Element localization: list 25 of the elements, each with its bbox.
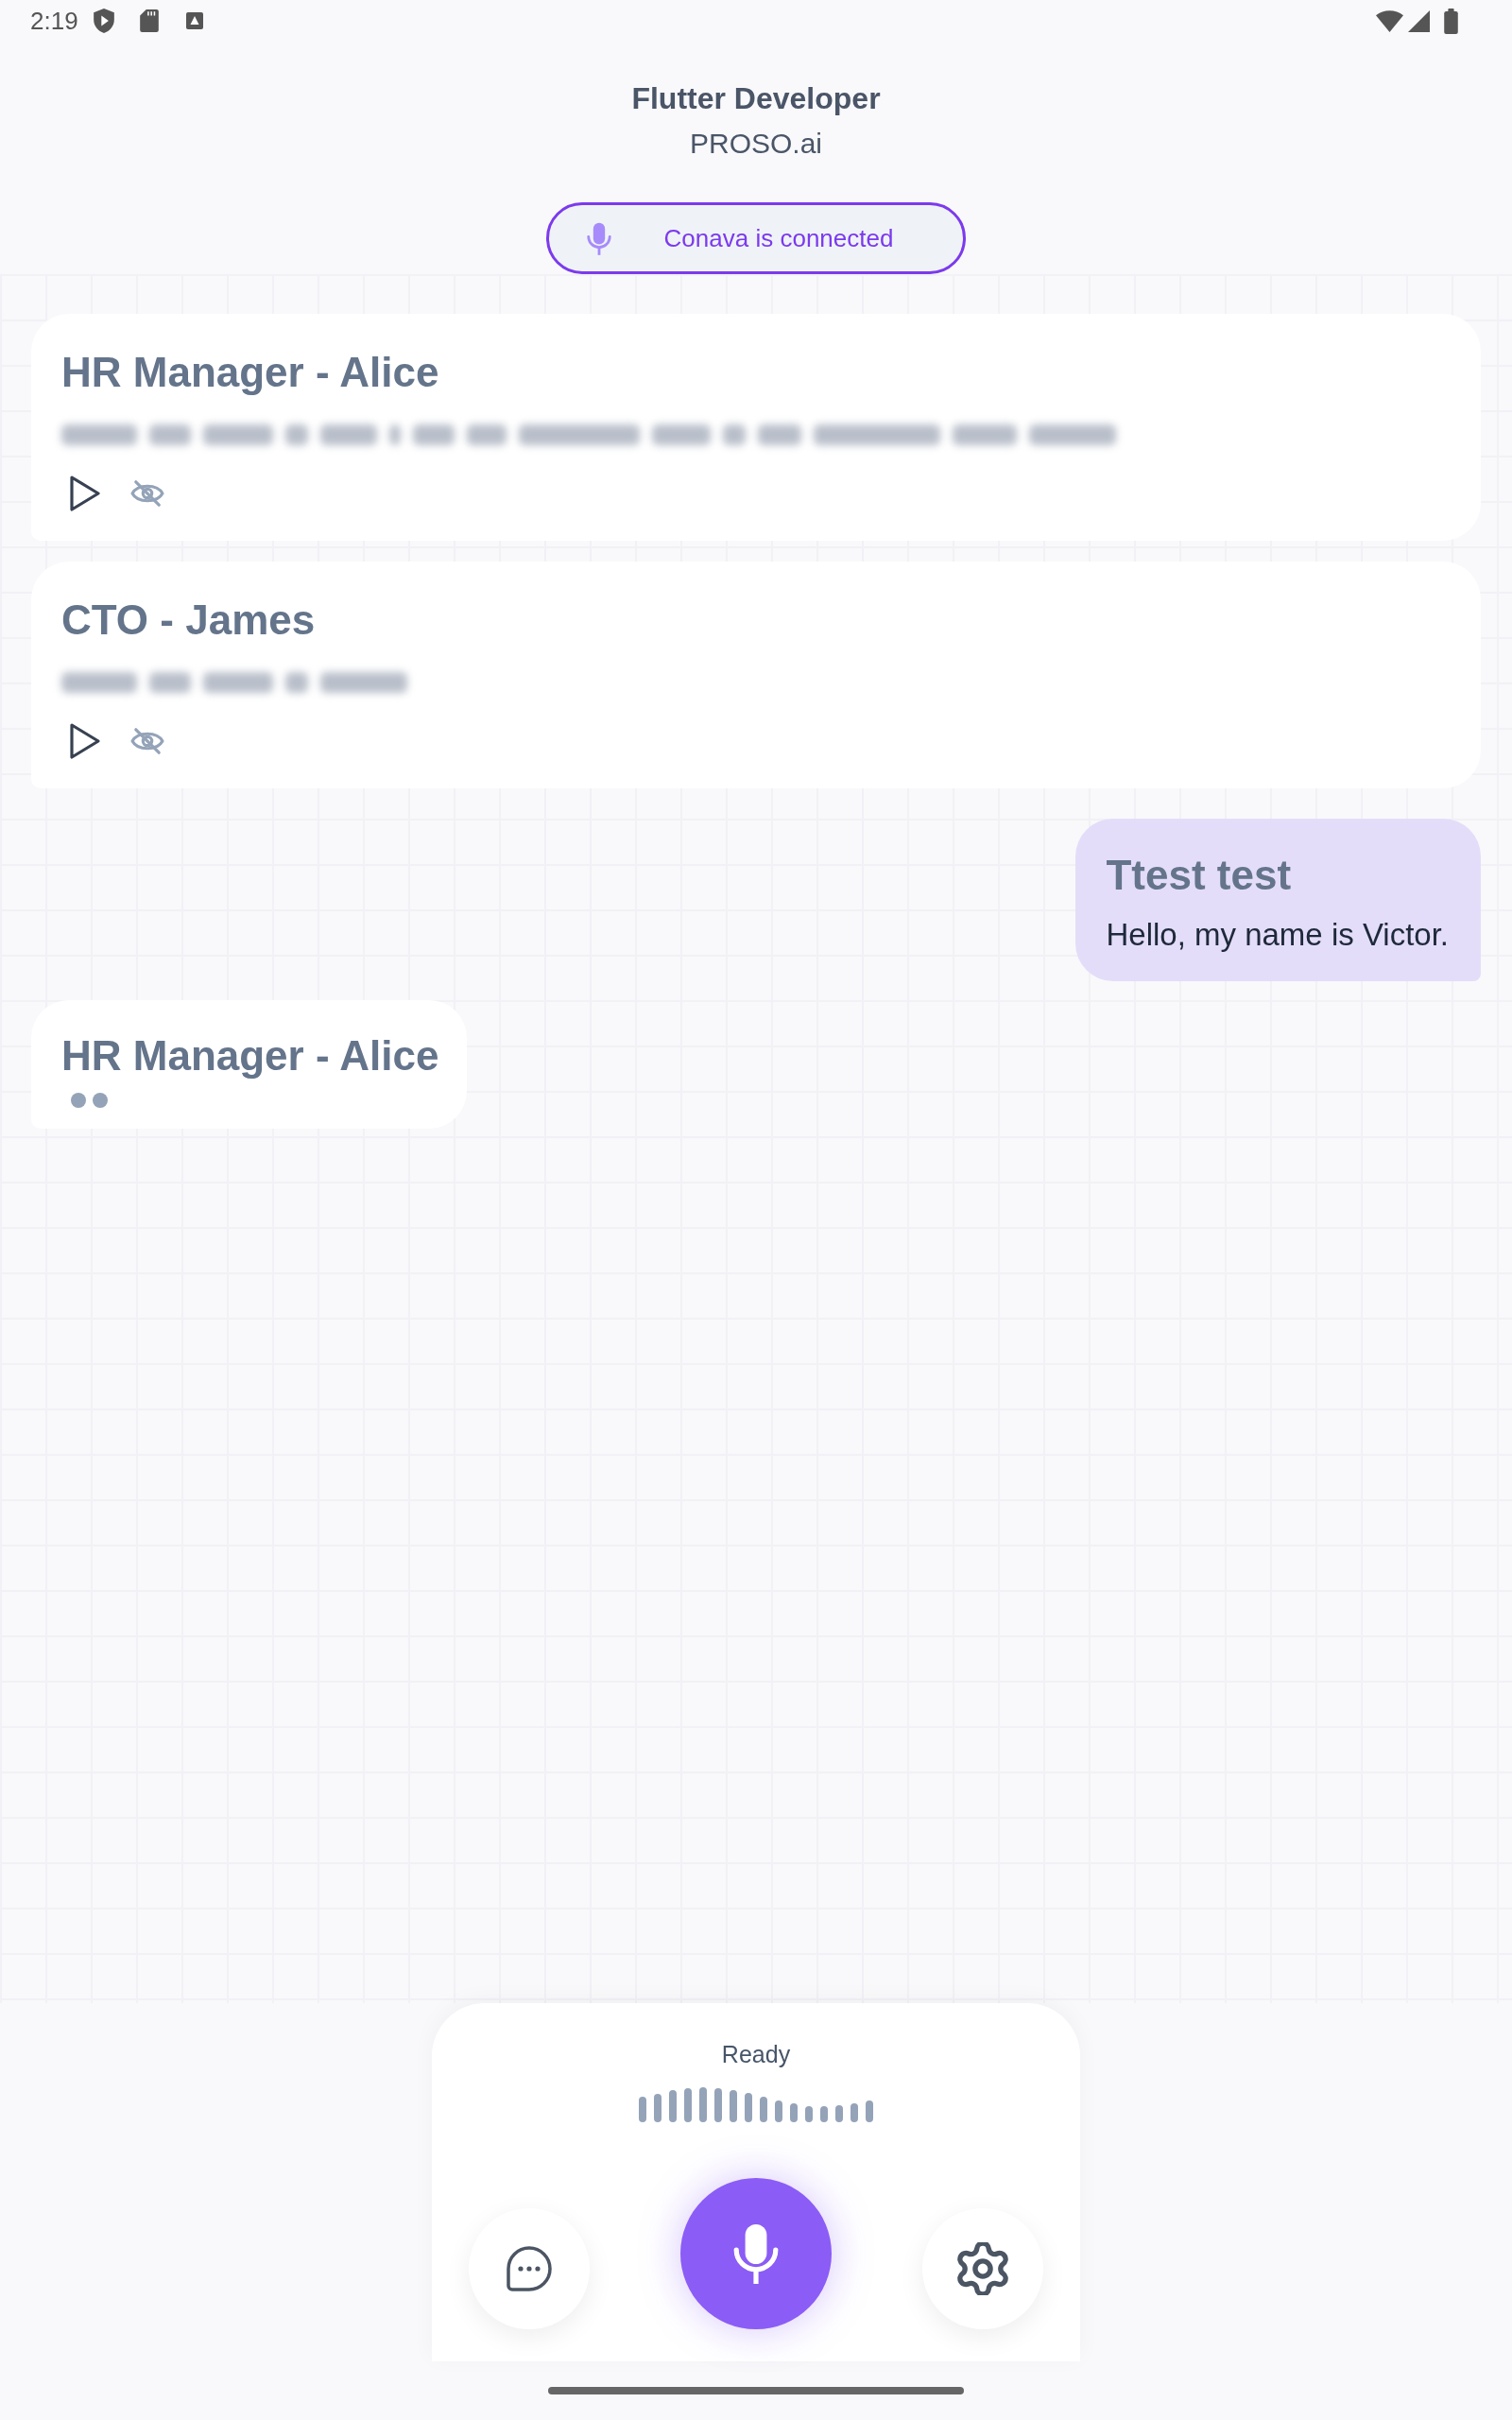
wifi-icon (1376, 9, 1403, 32)
message-text: Hello, my name is Victor. (1106, 916, 1449, 954)
speaker-name: CTO - James (61, 596, 316, 645)
eye-off-icon[interactable] (129, 479, 165, 508)
play-icon[interactable] (69, 475, 101, 512)
chat-bubble-icon (507, 2246, 552, 2291)
speaker-name: HR Manager - Alice (61, 1031, 439, 1080)
shield-icon (93, 9, 114, 33)
tile-icon (185, 12, 203, 29)
sd-card-icon (139, 9, 159, 32)
connection-label: Conava is connected (663, 223, 894, 253)
microphone-icon (733, 2223, 779, 2284)
speaker-name: Ttest test (1106, 851, 1292, 900)
battery-icon (1444, 8, 1458, 34)
settings-icon (956, 2242, 1009, 2295)
voice-status: Ready (721, 2040, 791, 2069)
play-icon[interactable] (69, 722, 101, 760)
connection-status[interactable]: Conava is connected (545, 202, 967, 274)
status-time: 2:19 (30, 7, 78, 35)
page-title: Flutter Developer (631, 80, 881, 117)
speaker-name: HR Manager - Alice (61, 348, 439, 397)
eye-off-icon[interactable] (129, 727, 165, 755)
microphone-icon (586, 221, 611, 255)
page-subtitle: PROSO.ai (689, 127, 822, 161)
signal-icon (1408, 9, 1430, 32)
